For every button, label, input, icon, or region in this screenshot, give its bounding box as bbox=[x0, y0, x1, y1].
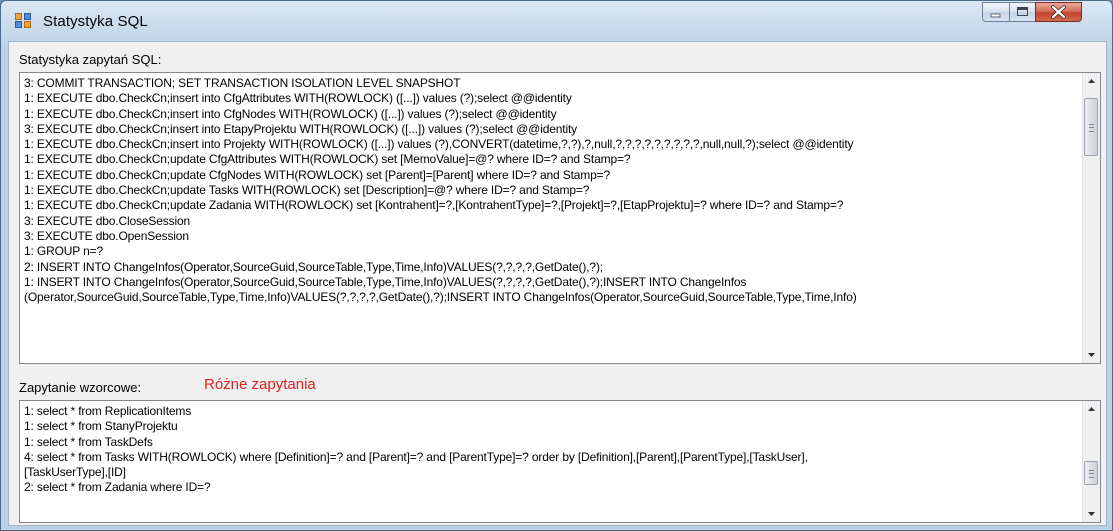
text-line: 3: EXECUTE dbo.CloseSession bbox=[24, 213, 191, 228]
grip-icon bbox=[1089, 470, 1094, 478]
text-line: 1: GROUP n=? bbox=[24, 244, 104, 259]
scroll-up-arrow-icon[interactable] bbox=[1083, 73, 1100, 90]
stats-label: Statystyka zapytań SQL: bbox=[19, 52, 162, 67]
text-line: (Operator,SourceGuid,SourceTable,Type,Ti… bbox=[24, 290, 857, 305]
text-line: 1: EXECUTE dbo.CheckCn;update CfgNodes W… bbox=[24, 167, 611, 182]
scroll-down-arrow-icon[interactable] bbox=[1083, 346, 1100, 363]
scroll-thumb[interactable] bbox=[1084, 461, 1098, 485]
stats-scrollbar[interactable] bbox=[1082, 73, 1100, 363]
pattern-textbox[interactable]: 1: select * from ReplicationItems 1: sele… bbox=[19, 400, 1101, 523]
minimize-icon bbox=[990, 13, 1001, 18]
stats-lines: 3: COMMIT TRANSACTION; SET TRANSACTION I… bbox=[24, 76, 1078, 305]
text-line: 4: select * from Tasks WITH(ROWLOCK) whe… bbox=[24, 449, 808, 464]
grip-icon bbox=[1089, 124, 1094, 132]
scroll-up-arrow-icon[interactable] bbox=[1083, 401, 1100, 418]
title-bar[interactable]: Statystyka SQL bbox=[1, 1, 1112, 41]
text-line: 1: INSERT INTO ChangeInfos(Operator,Sour… bbox=[24, 274, 747, 289]
text-line: 1: select * from StanyProjektu bbox=[24, 419, 178, 434]
pattern-scrollbar[interactable] bbox=[1082, 401, 1100, 522]
window-title: Statystyka SQL bbox=[43, 13, 148, 30]
text-line: 3: COMMIT TRANSACTION; SET TRANSACTION I… bbox=[24, 76, 461, 90]
text-line: 2: INSERT INTO ChangeInfos(Operator,Sour… bbox=[24, 259, 603, 274]
text-line: 1: select * from TaskDefs bbox=[24, 434, 153, 449]
text-line: 2: select * from Zadania where ID=? bbox=[24, 480, 211, 495]
text-line: 1: EXECUTE dbo.CheckCn;insert into Proje… bbox=[24, 137, 854, 152]
text-line: 1: EXECUTE dbo.CheckCn;update CfgAttribu… bbox=[24, 152, 631, 167]
pattern-lines: 1: select * from ReplicationItems 1: sele… bbox=[24, 404, 1078, 496]
text-line: [TaskUserType],[ID] bbox=[24, 465, 126, 480]
text-line: 1: EXECUTE dbo.CheckCn;insert into CfgAt… bbox=[24, 91, 572, 106]
minimize-button[interactable] bbox=[982, 2, 1010, 22]
text-line: 3: EXECUTE dbo.CheckCn;insert into Etapy… bbox=[24, 121, 578, 136]
app-window-icon bbox=[15, 13, 32, 29]
annotation-text: Różne zapytania bbox=[204, 376, 316, 393]
text-line: 1: EXECUTE dbo.CheckCn;insert into CfgNo… bbox=[24, 106, 557, 121]
close-button[interactable] bbox=[1035, 2, 1082, 22]
text-line: 3: EXECUTE dbo.OpenSession bbox=[24, 228, 189, 243]
text-line: 1: select * from ReplicationItems bbox=[24, 404, 192, 418]
scroll-down-arrow-icon[interactable] bbox=[1083, 505, 1100, 522]
client-area: Statystyka zapytań SQL: 3: COMMIT TRANSA… bbox=[8, 41, 1107, 526]
text-line: 1: EXECUTE dbo.CheckCn;update Zadania WI… bbox=[24, 198, 844, 213]
pattern-label: Zapytanie wzorcowe: bbox=[19, 380, 142, 395]
close-icon bbox=[1051, 5, 1066, 19]
stats-textbox[interactable]: 3: COMMIT TRANSACTION; SET TRANSACTION I… bbox=[19, 72, 1101, 364]
maximize-icon bbox=[1017, 7, 1028, 16]
main-window: Statystyka SQL Statystyka zapytań SQL: 3… bbox=[0, 0, 1113, 531]
maximize-button[interactable] bbox=[1009, 2, 1036, 22]
scroll-thumb[interactable] bbox=[1084, 98, 1098, 156]
text-line: 1: EXECUTE dbo.CheckCn;update Tasks WITH… bbox=[24, 183, 590, 198]
